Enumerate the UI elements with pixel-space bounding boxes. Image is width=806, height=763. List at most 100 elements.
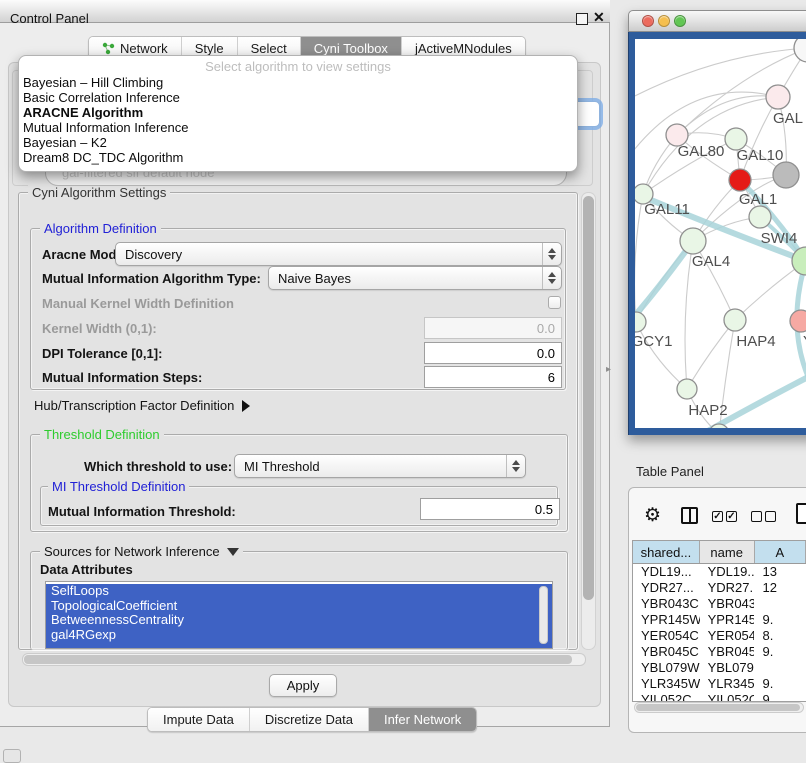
corner-button[interactable] [3,749,21,763]
table-row[interactable]: YLR345WYLR345W9. [633,676,806,692]
column-header-partial[interactable]: A [755,541,806,563]
table-horizontal-scrollbar-thumb[interactable] [636,704,800,711]
which-threshold-label: Which threshold to use: [84,459,232,474]
network-edge-thick [635,241,693,327]
network-edge [677,96,778,135]
tab-infer-network[interactable]: Infer Network [368,708,476,731]
table-cell: 13 [754,564,806,580]
table-cell: YBR045C [633,644,700,660]
list-item[interactable] [46,642,552,649]
network-node[interactable] [749,206,771,228]
mi-type-value: Naive Bayes [269,271,542,286]
deselect-checkbox-icon[interactable] [765,511,776,522]
table-row[interactable]: YIL052CYIL052C9 [633,692,806,702]
table-cell: 9. [754,612,806,628]
table-cell: YDL19... [700,564,755,580]
close-traffic-light[interactable] [642,15,654,27]
chevron-right-icon [242,400,250,412]
table-row[interactable]: YDR27...YDR27...12 [633,580,806,596]
mi-steps-label: Mutual Information Steps: [42,370,202,385]
columns-icon[interactable] [681,507,698,524]
algorithm-option[interactable]: Dream8 DC_TDC Algorithm [19,150,577,165]
algorithm-option[interactable]: Basic Correlation Inference [19,90,577,105]
algorithm-option[interactable]: Bayesian – Hill Climbing [19,75,577,90]
table-row[interactable]: YBL079WYBL079W [633,660,806,676]
float-window-icon[interactable] [576,13,588,25]
gear-icon[interactable]: ⚙ [644,504,661,527]
network-node[interactable] [635,312,646,332]
data-attributes-list[interactable]: SelfLoopsTopologicalCoefficientBetweenne… [45,581,553,649]
tab-impute-data[interactable]: Impute Data [148,708,249,731]
settings-vertical-scrollbar-thumb[interactable] [583,196,594,600]
network-window-titlebar[interactable] [628,10,806,32]
table-cell: 8. [754,628,806,644]
settings-horizontal-scrollbar-thumb[interactable] [24,655,572,664]
network-node-label: SWI4 [761,230,798,247]
network-graph-icon [102,42,115,55]
deselect-checkbox-icon[interactable] [751,511,762,522]
manual-kernel-checkbox[interactable] [548,296,561,309]
table-row[interactable]: YPR145WYPR145W9. [633,612,806,628]
list-scrollbar[interactable] [539,586,548,644]
network-node[interactable] [709,424,729,428]
network-node[interactable] [766,85,790,109]
document-icon[interactable] [796,503,806,524]
network-node[interactable] [680,228,706,254]
column-header-name[interactable]: name [700,541,755,563]
splitter-collapse-icon[interactable]: ▸ [606,364,611,375]
network-node[interactable] [790,310,806,332]
mi-type-combo[interactable]: Naive Bayes [268,266,562,290]
mi-threshold-field[interactable] [420,498,560,520]
tab-label: Impute Data [163,712,234,727]
table-cell: YBL079W [700,660,755,676]
hub-expander[interactable]: Hub/Transcription Factor Definition [34,398,250,413]
algorithm-definition-title: Algorithm Definition [40,221,161,236]
mi-threshold-label: Mutual Information Threshold: [48,504,236,519]
table-row[interactable]: YDL19...YDL19...13 [633,564,806,580]
column-header-shared-name[interactable]: shared... [633,541,700,563]
kernel-width-field[interactable] [424,317,562,339]
network-node[interactable] [773,162,799,188]
network-node[interactable] [794,39,806,62]
list-item[interactable]: gal4RGexp [46,628,552,643]
network-canvas[interactable]: GALGAL80GAL10GAL1GAL11SWI4GAL4GCY1HAP4YH… [635,39,806,428]
list-item[interactable]: TopologicalCoefficient [46,599,552,614]
stepper-arrows-icon [506,455,525,477]
cyni-algorithm-settings-title: Cyni Algorithm Settings [28,185,170,200]
table-row[interactable]: YBR043CYBR043C [633,596,806,612]
network-node-label: GAL80 [678,143,725,160]
tab-discretize-data[interactable]: Discretize Data [249,708,368,731]
chevron-down-icon [227,548,239,556]
select-all-checkbox-icon[interactable]: ✓ [726,511,737,522]
table-row[interactable]: YER054CYER054C8. [633,628,806,644]
table-cell [754,596,806,612]
algorithm-option[interactable]: ARACNE Algorithm [19,105,577,120]
dpi-tolerance-field[interactable] [424,342,562,364]
aracne-mode-combo[interactable]: Discovery [115,242,562,266]
mi-threshold-group-title: MI Threshold Definition [48,479,189,494]
stepper-arrows-icon [542,243,561,265]
minimize-traffic-light[interactable] [658,15,670,27]
table-cell: YPR145W [633,612,700,628]
algorithm-option[interactable]: Mutual Information Inference [19,120,577,135]
network-node-label: GAL10 [737,147,784,164]
kernel-width-label: Kernel Width (0,1): [42,321,157,336]
table-row[interactable]: YBR045CYBR045C9. [633,644,806,660]
network-node[interactable] [677,379,697,399]
table-cell: YER054C [633,628,700,644]
network-node[interactable] [729,169,751,191]
list-item[interactable]: SelfLoops [46,584,552,599]
zoom-traffic-light[interactable] [674,15,686,27]
sources-expander[interactable]: Sources for Network Inference [44,544,239,559]
which-threshold-combo[interactable]: MI Threshold [234,454,526,478]
list-item[interactable]: BetweennessCentrality [46,613,552,628]
table-cell: YDR27... [633,580,700,596]
apply-button[interactable]: Apply [269,674,337,697]
mi-steps-field[interactable] [424,366,562,388]
close-icon[interactable]: ✕ [593,9,605,26]
network-node[interactable] [724,309,746,331]
algorithm-option[interactable]: Bayesian – K2 [19,135,577,150]
tab-label: Infer Network [384,712,461,727]
select-all-checkbox-icon[interactable]: ✓ [712,511,723,522]
tab-label: Cyni Toolbox [314,41,388,56]
